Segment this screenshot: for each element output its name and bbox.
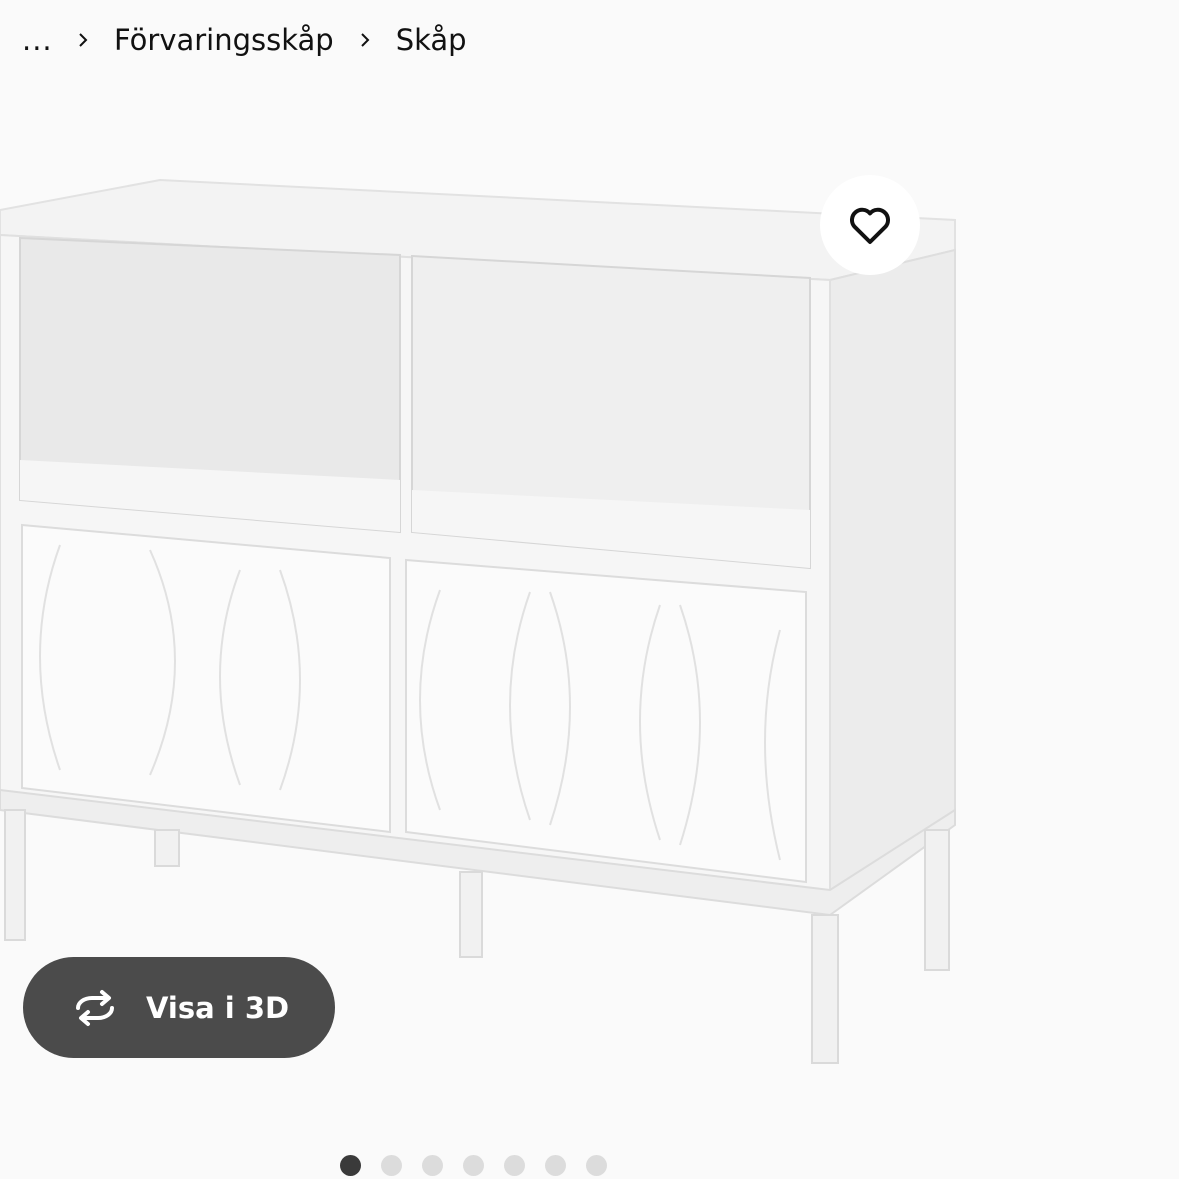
breadcrumb-ellipsis[interactable]: ... xyxy=(22,23,52,57)
carousel-pagination xyxy=(340,1155,607,1176)
carousel-dot[interactable] xyxy=(422,1155,443,1176)
chevron-right-icon xyxy=(64,32,102,48)
carousel-dot[interactable] xyxy=(586,1155,607,1176)
breadcrumb: ... Förvaringsskåp Skåp xyxy=(22,14,467,66)
carousel-dot[interactable] xyxy=(463,1155,484,1176)
carousel-dot[interactable] xyxy=(381,1155,402,1176)
product-image[interactable] xyxy=(0,160,980,1080)
carousel-dot[interactable] xyxy=(504,1155,525,1176)
favourite-button[interactable] xyxy=(820,175,920,275)
rotate-3d-icon xyxy=(68,988,122,1028)
breadcrumb-item-skap[interactable]: Skåp xyxy=(396,23,467,57)
chevron-right-icon xyxy=(346,32,384,48)
heart-icon xyxy=(849,207,891,244)
view-in-3d-button[interactable]: Visa i 3D xyxy=(23,957,335,1058)
carousel-dot[interactable] xyxy=(545,1155,566,1176)
view-in-3d-label: Visa i 3D xyxy=(146,990,290,1025)
carousel-dot[interactable] xyxy=(340,1155,361,1176)
breadcrumb-item-forvaringsskap[interactable]: Förvaringsskåp xyxy=(114,23,334,57)
